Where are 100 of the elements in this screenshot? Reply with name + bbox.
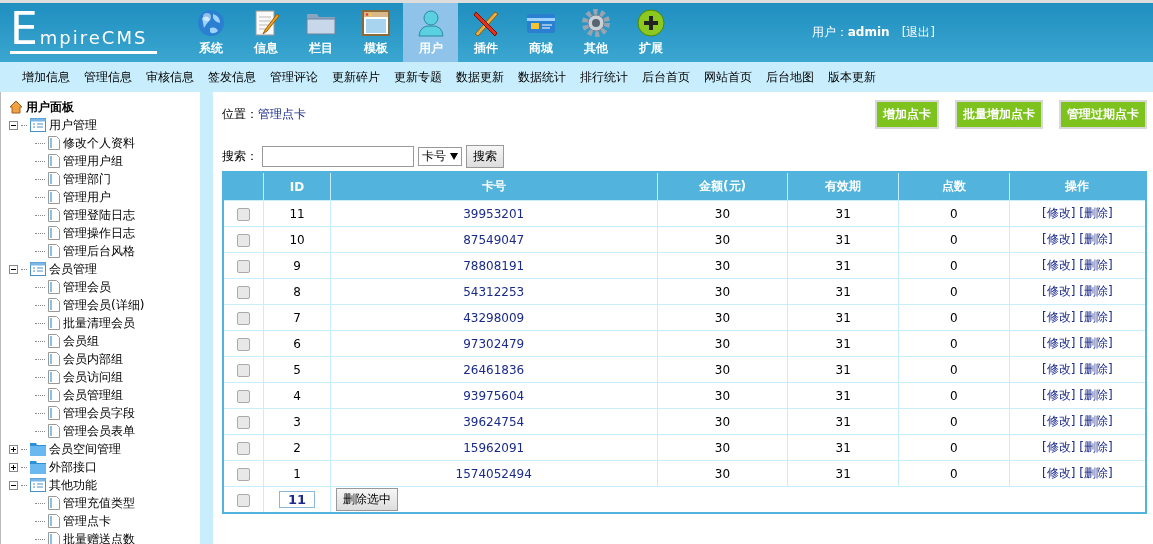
nav-link[interactable]: 网站首页 [704, 68, 752, 86]
delete-link[interactable]: [删除] [1079, 232, 1113, 246]
table-cell: 8 [263, 278, 331, 305]
tree-item[interactable]: 管理会员表单 [63, 422, 135, 440]
tree-item[interactable]: 管理登陆日志 [63, 206, 135, 224]
table-cell: 31 [787, 304, 899, 331]
row-checkbox[interactable] [237, 337, 251, 351]
tree-item[interactable]: 管理会员字段 [63, 404, 135, 422]
tree-item[interactable]: 管理后台风格 [63, 242, 135, 260]
expand-icon[interactable] [9, 444, 18, 454]
search-field[interactable] [262, 145, 414, 167]
tree-group[interactable]: 用户管理 [49, 116, 97, 134]
delete-link[interactable]: [删除] [1079, 284, 1113, 298]
field-dropdown[interactable]: 卡号 [418, 146, 462, 166]
row-checkbox[interactable] [237, 415, 251, 429]
tree-item[interactable]: 会员内部组 [63, 350, 123, 368]
table-cell: 10 [263, 226, 331, 253]
table-cell: 31 [787, 226, 899, 253]
tree-item[interactable]: 管理会员(详细) [63, 296, 145, 314]
page-icon [48, 352, 60, 366]
tree-item[interactable]: 批量赠送点数 [63, 530, 135, 544]
tree-item[interactable]: 管理会员 [63, 278, 111, 296]
tree-group[interactable]: 外部接口 [49, 458, 97, 476]
nav-link[interactable]: 增加信息 [22, 68, 70, 86]
edit-link[interactable]: [修改] [1042, 362, 1076, 376]
tree-item[interactable]: 管理部门 [63, 170, 111, 188]
collapse-icon[interactable] [9, 120, 18, 130]
page-icon [48, 316, 60, 330]
row-checkbox[interactable] [237, 363, 251, 377]
row-checkbox[interactable] [237, 441, 251, 455]
tree-item[interactable]: 管理充值类型 [63, 494, 135, 512]
row-checkbox[interactable] [237, 233, 251, 247]
delete-link[interactable]: [删除] [1079, 440, 1113, 454]
delete-link[interactable]: [删除] [1079, 258, 1113, 272]
delete-link[interactable]: [删除] [1079, 310, 1113, 324]
tree-item[interactable]: 批量清理会员 [63, 314, 135, 332]
nav-link[interactable]: 签发信息 [208, 68, 256, 86]
nav-link[interactable]: 更新碎片 [332, 68, 380, 86]
tree-item[interactable]: 会员管理组 [63, 386, 123, 404]
search-button[interactable]: 搜索 [466, 144, 504, 168]
tree-group[interactable]: 其他功能 [49, 476, 97, 494]
nav-link[interactable]: 更新专题 [394, 68, 442, 86]
nav-link[interactable]: 后台首页 [642, 68, 690, 86]
table-cell: 0 [898, 278, 1010, 305]
nav-link[interactable]: 审核信息 [146, 68, 194, 86]
table-cell: 31 [787, 200, 899, 227]
row-checkbox[interactable] [237, 311, 251, 325]
edit-link[interactable]: [修改] [1042, 414, 1076, 428]
tree-item[interactable]: 管理用户组 [63, 152, 123, 170]
collapse-icon[interactable] [9, 264, 18, 274]
select-all-checkbox[interactable] [237, 493, 251, 507]
table-cell: 0 [898, 356, 1010, 383]
delete-link[interactable]: [删除] [1079, 362, 1113, 376]
table-cell: 1574052494 [330, 460, 658, 487]
delete-link[interactable]: [删除] [1079, 414, 1113, 428]
edit-link[interactable]: [修改] [1042, 258, 1076, 272]
nav-link[interactable]: 排行统计 [580, 68, 628, 86]
tree-item[interactable]: 管理操作日志 [63, 224, 135, 242]
row-checkbox[interactable] [237, 259, 251, 273]
folder-icon [30, 442, 46, 456]
edit-link[interactable]: [修改] [1042, 466, 1076, 480]
column-header: 有效期 [787, 172, 899, 201]
edit-link[interactable]: [修改] [1042, 388, 1076, 402]
nav-link[interactable]: 数据统计 [518, 68, 566, 86]
delete-link[interactable]: [删除] [1079, 336, 1113, 350]
delete-selected-button[interactable]: 删除选中 [335, 488, 398, 511]
row-checkbox[interactable] [237, 467, 251, 481]
page-icon [48, 406, 60, 420]
delete-link[interactable]: [删除] [1079, 206, 1113, 220]
table-cell: 43298009 [330, 304, 658, 331]
nav-link[interactable]: 管理信息 [84, 68, 132, 86]
tree-item[interactable]: 管理点卡 [63, 512, 111, 530]
table-cell: 7 [263, 304, 331, 331]
edit-link[interactable]: [修改] [1042, 284, 1076, 298]
row-checkbox[interactable] [237, 207, 251, 221]
nav-link[interactable]: 数据更新 [456, 68, 504, 86]
row-checkbox[interactable] [237, 285, 251, 299]
collapse-icon[interactable] [9, 480, 18, 490]
delete-link[interactable]: [删除] [1079, 388, 1113, 402]
table-cell: 2 [263, 434, 331, 461]
expand-icon[interactable] [9, 462, 18, 472]
table-cell: 9 [263, 252, 331, 279]
search-label: 搜索： [222, 147, 258, 165]
edit-link[interactable]: [修改] [1042, 440, 1076, 454]
nav-link[interactable]: 后台地图 [766, 68, 814, 86]
tree-item[interactable]: 会员访问组 [63, 368, 123, 386]
edit-link[interactable]: [修改] [1042, 336, 1076, 350]
table-cell: 39624754 [330, 408, 658, 435]
edit-link[interactable]: [修改] [1042, 310, 1076, 324]
delete-link[interactable]: [删除] [1079, 466, 1113, 480]
tree-group[interactable]: 会员空间管理 [49, 440, 121, 458]
tree-item[interactable]: 管理用户 [63, 188, 111, 206]
nav-link[interactable]: 版本更新 [828, 68, 876, 86]
row-checkbox[interactable] [237, 389, 251, 403]
tree-item[interactable]: 会员组 [63, 332, 99, 350]
tree-group[interactable]: 会员管理 [49, 260, 97, 278]
edit-link[interactable]: [修改] [1042, 232, 1076, 246]
edit-link[interactable]: [修改] [1042, 206, 1076, 220]
tree-item[interactable]: 修改个人资料 [63, 134, 135, 152]
nav-link[interactable]: 管理评论 [270, 68, 318, 86]
